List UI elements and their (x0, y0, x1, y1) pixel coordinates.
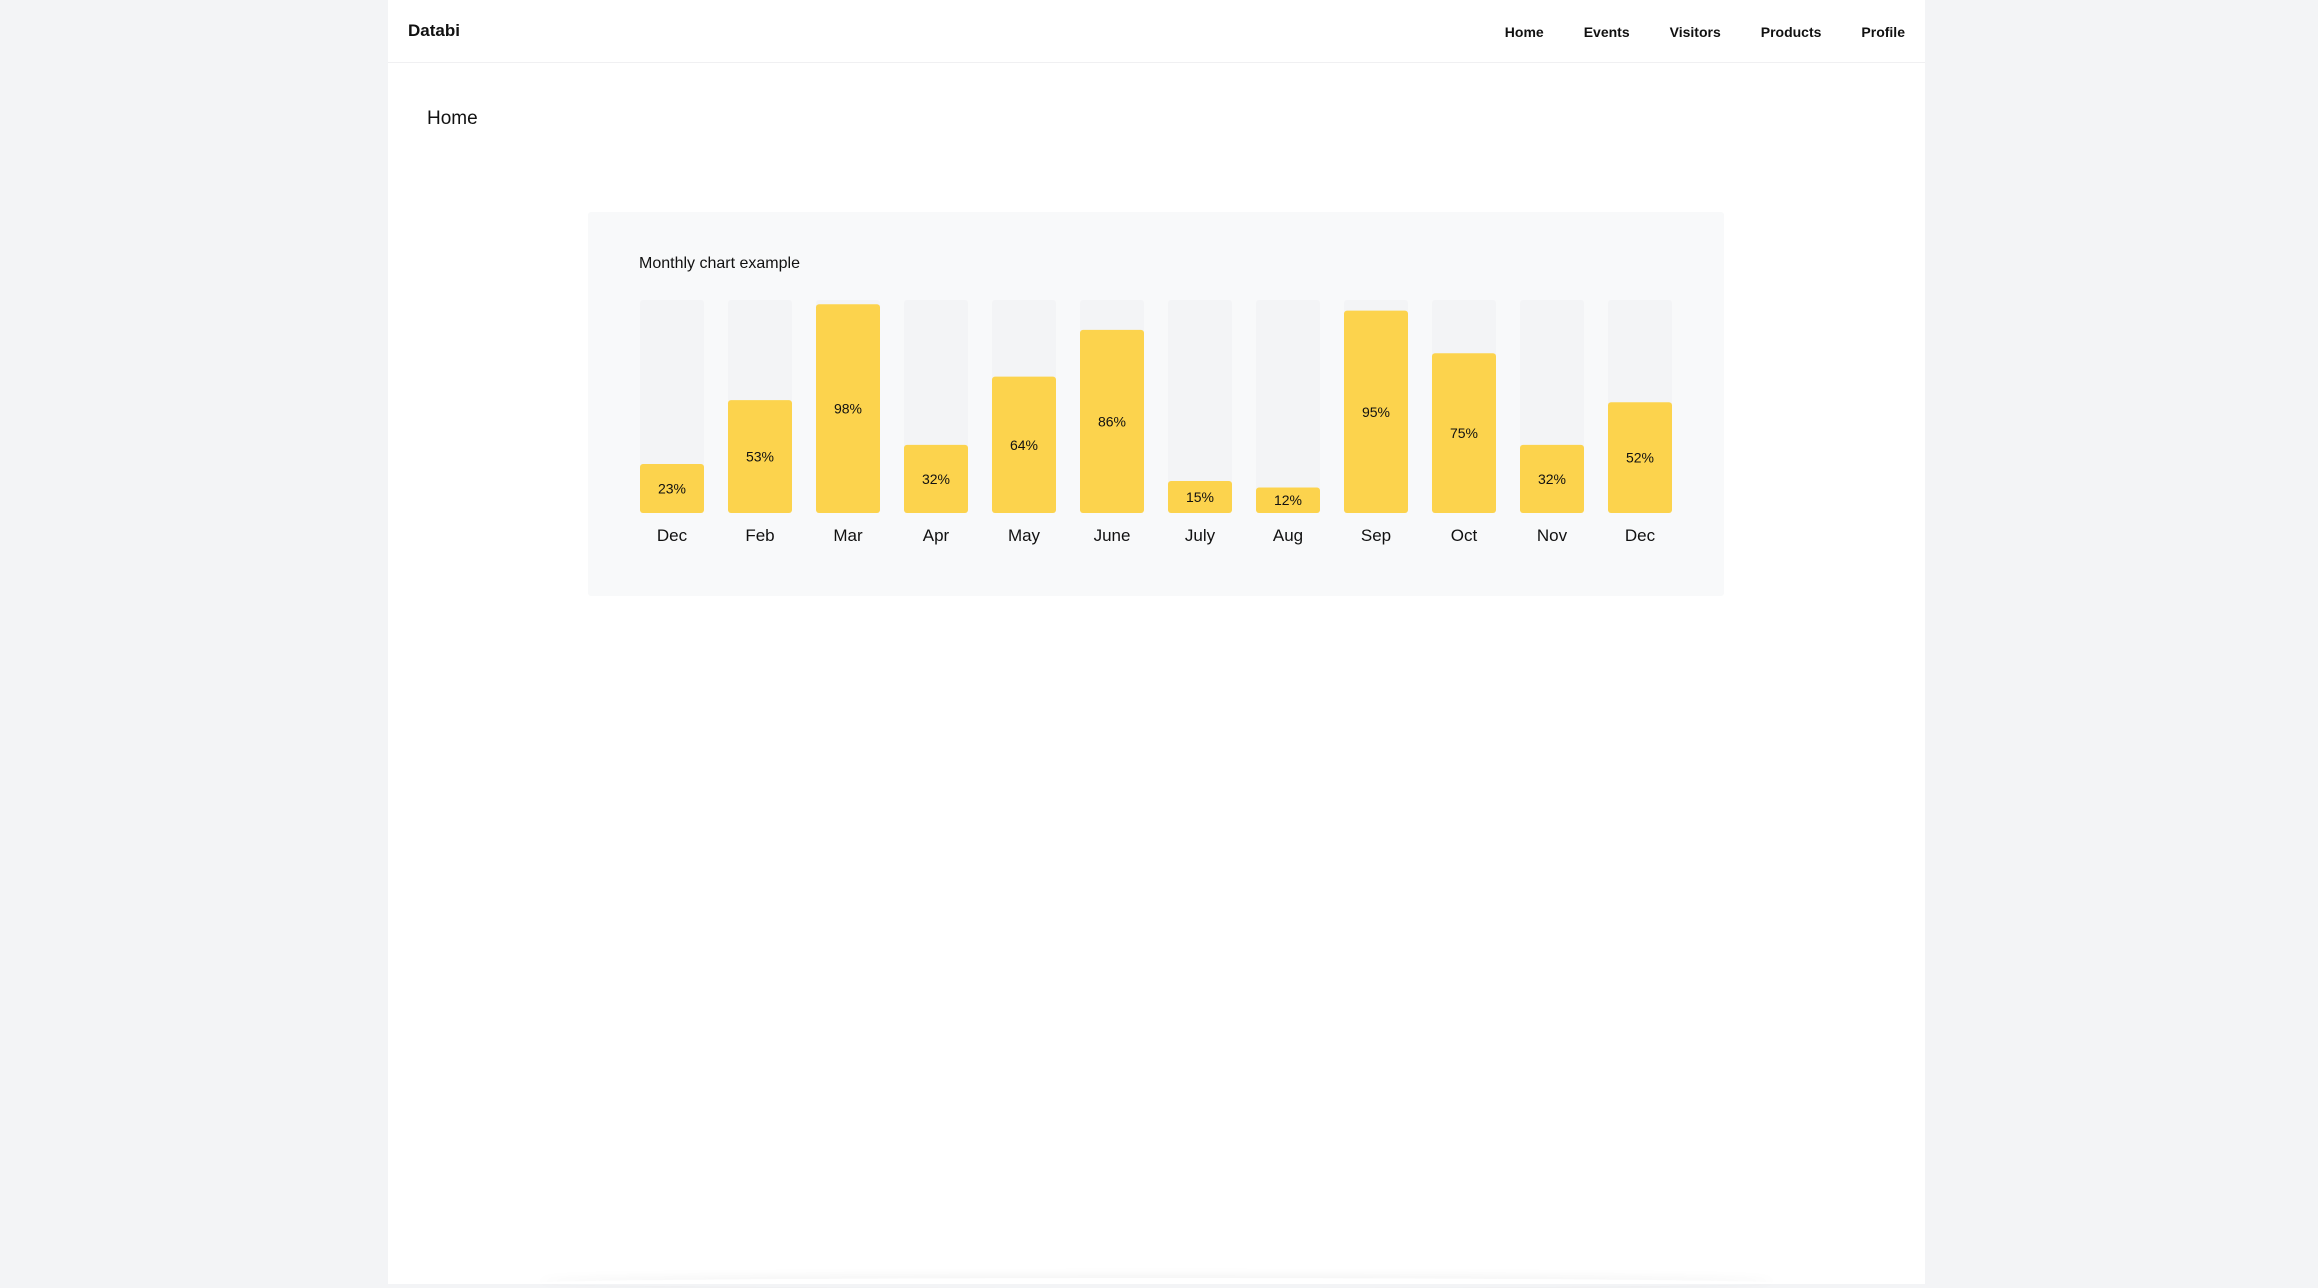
bar-value-label: 64% (1010, 437, 1038, 453)
bar-value-label: 53% (746, 449, 774, 465)
category-label: Apr (923, 526, 950, 545)
bar-value-label: 32% (922, 471, 950, 487)
category-label: July (1185, 526, 1216, 545)
category-label: Aug (1273, 526, 1303, 545)
category-label: Nov (1537, 526, 1568, 545)
category-label: Mar (833, 526, 863, 545)
category-label: Sep (1361, 526, 1391, 545)
category-label: Feb (745, 526, 774, 545)
bar-value-label: 75% (1450, 425, 1478, 441)
bar-value-label: 86% (1098, 413, 1126, 429)
category-label: Oct (1451, 526, 1478, 545)
bar-value-label: 15% (1186, 489, 1214, 505)
category-label: June (1094, 526, 1131, 545)
bar-value-label: 12% (1274, 492, 1302, 508)
category-label: May (1008, 526, 1041, 545)
category-label: Dec (1625, 526, 1656, 545)
bar-value-label: 23% (658, 481, 686, 497)
bar-track (1256, 300, 1320, 513)
bar-value-label: 95% (1362, 404, 1390, 420)
bar-value-label: 32% (1538, 471, 1566, 487)
bar-value-label: 98% (834, 401, 862, 417)
bottom-shadow (538, 1278, 1775, 1288)
bar-chart: 23% Dec 53% Feb 98% Mar 32% Apr 64% May 86% June 15%… (640, 300, 1672, 545)
bar-value-label: 52% (1626, 450, 1654, 466)
page-container: Databi Home Events Visitors Products Pro… (388, 0, 1925, 1284)
category-label: Dec (657, 526, 688, 545)
